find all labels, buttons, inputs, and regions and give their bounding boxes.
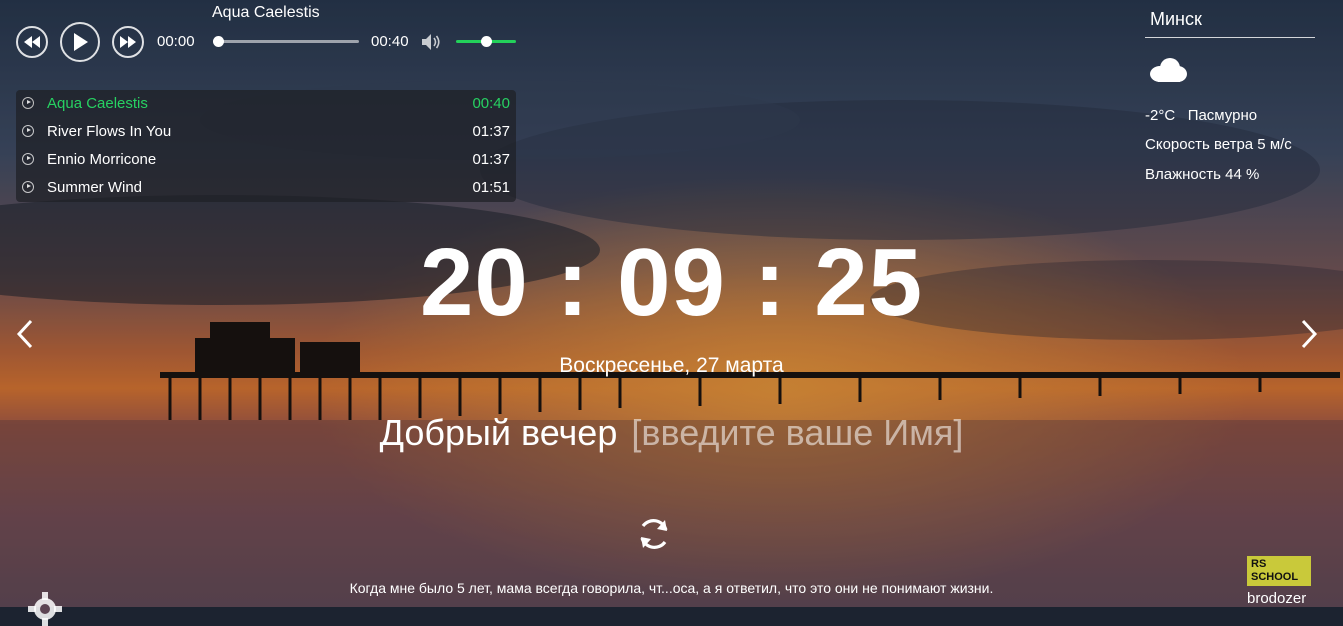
- previous-track-button[interactable]: [16, 26, 48, 58]
- name-input[interactable]: [введите ваше Имя]: [631, 412, 963, 453]
- track-duration: 01:37: [472, 123, 510, 140]
- playlist-item[interactable]: Aqua Caelestis 00:40: [16, 90, 516, 118]
- date: Воскресенье, 27 марта: [559, 354, 784, 377]
- rs-school-logo[interactable]: RS SCHOOL: [1247, 556, 1311, 586]
- volume-slider[interactable]: [456, 36, 516, 47]
- track-name: Aqua Caelestis: [47, 95, 148, 112]
- greeting: Добрый вечер [введите ваше Имя]: [0, 412, 1343, 454]
- city-underline: [1145, 37, 1315, 38]
- next-track-button[interactable]: [112, 26, 144, 58]
- current-track-title: Aqua Caelestis: [212, 4, 320, 21]
- gear-icon[interactable]: [28, 592, 62, 626]
- play-button[interactable]: [60, 22, 100, 62]
- rewind-icon: [24, 36, 40, 48]
- track-duration: 00:40: [472, 95, 510, 112]
- track-name: Ennio Morricone: [47, 151, 157, 168]
- refresh-icon: [640, 519, 668, 549]
- weather-description: Пасмурно: [1187, 107, 1258, 124]
- weather-widget: Минск -2°C Пасмурно Скорость ветра 5 м/с…: [1145, 0, 1315, 190]
- author-link[interactable]: brodozer: [1247, 590, 1306, 607]
- current-time: 00:00: [157, 33, 195, 50]
- play-circle-icon: [22, 181, 34, 193]
- temperature-line: -2°C Пасмурно: [1145, 107, 1257, 124]
- playlist-item[interactable]: River Flows In You 01:37: [16, 118, 516, 146]
- temperature: -2°C: [1145, 107, 1176, 124]
- play-circle-icon: [22, 97, 34, 109]
- audio-player: Aqua Caelestis 00:00 00:40: [16, 0, 521, 64]
- volume-icon[interactable]: [422, 33, 442, 51]
- progress-handle[interactable]: [213, 36, 224, 47]
- author-block: RS SCHOOL brodozer: [1230, 556, 1330, 607]
- wind-speed: Скорость ветра 5 м/с: [1145, 136, 1292, 153]
- city-input[interactable]: Минск: [1150, 9, 1202, 30]
- total-time: 00:40: [371, 33, 409, 50]
- cloud-icon: [1150, 58, 1187, 82]
- play-icon: [74, 33, 88, 51]
- greeting-text: Добрый вечер: [379, 412, 618, 453]
- fast-forward-icon: [120, 36, 136, 48]
- track-duration: 01:37: [472, 151, 510, 168]
- playlist-item[interactable]: Ennio Morricone 01:37: [16, 146, 516, 174]
- clock: 20 : 09 : 25: [420, 229, 923, 336]
- track-duration: 01:51: [472, 179, 510, 196]
- track-name: River Flows In You: [47, 123, 172, 140]
- humidity: Влажность 44 %: [1145, 166, 1260, 183]
- playlist: Aqua Caelestis 00:40 River Flows In You …: [16, 90, 516, 202]
- quote-text: Когда мне было 5 лет, мама всегда говори…: [349, 580, 994, 596]
- play-circle-icon: [22, 125, 34, 137]
- volume-handle[interactable]: [480, 36, 492, 47]
- playlist-item[interactable]: Summer Wind 01:51: [16, 174, 516, 202]
- track-name: Summer Wind: [47, 179, 143, 196]
- progress-bar[interactable]: [213, 36, 359, 47]
- refresh-quote-button[interactable]: [636, 516, 672, 552]
- play-circle-icon: [22, 153, 34, 165]
